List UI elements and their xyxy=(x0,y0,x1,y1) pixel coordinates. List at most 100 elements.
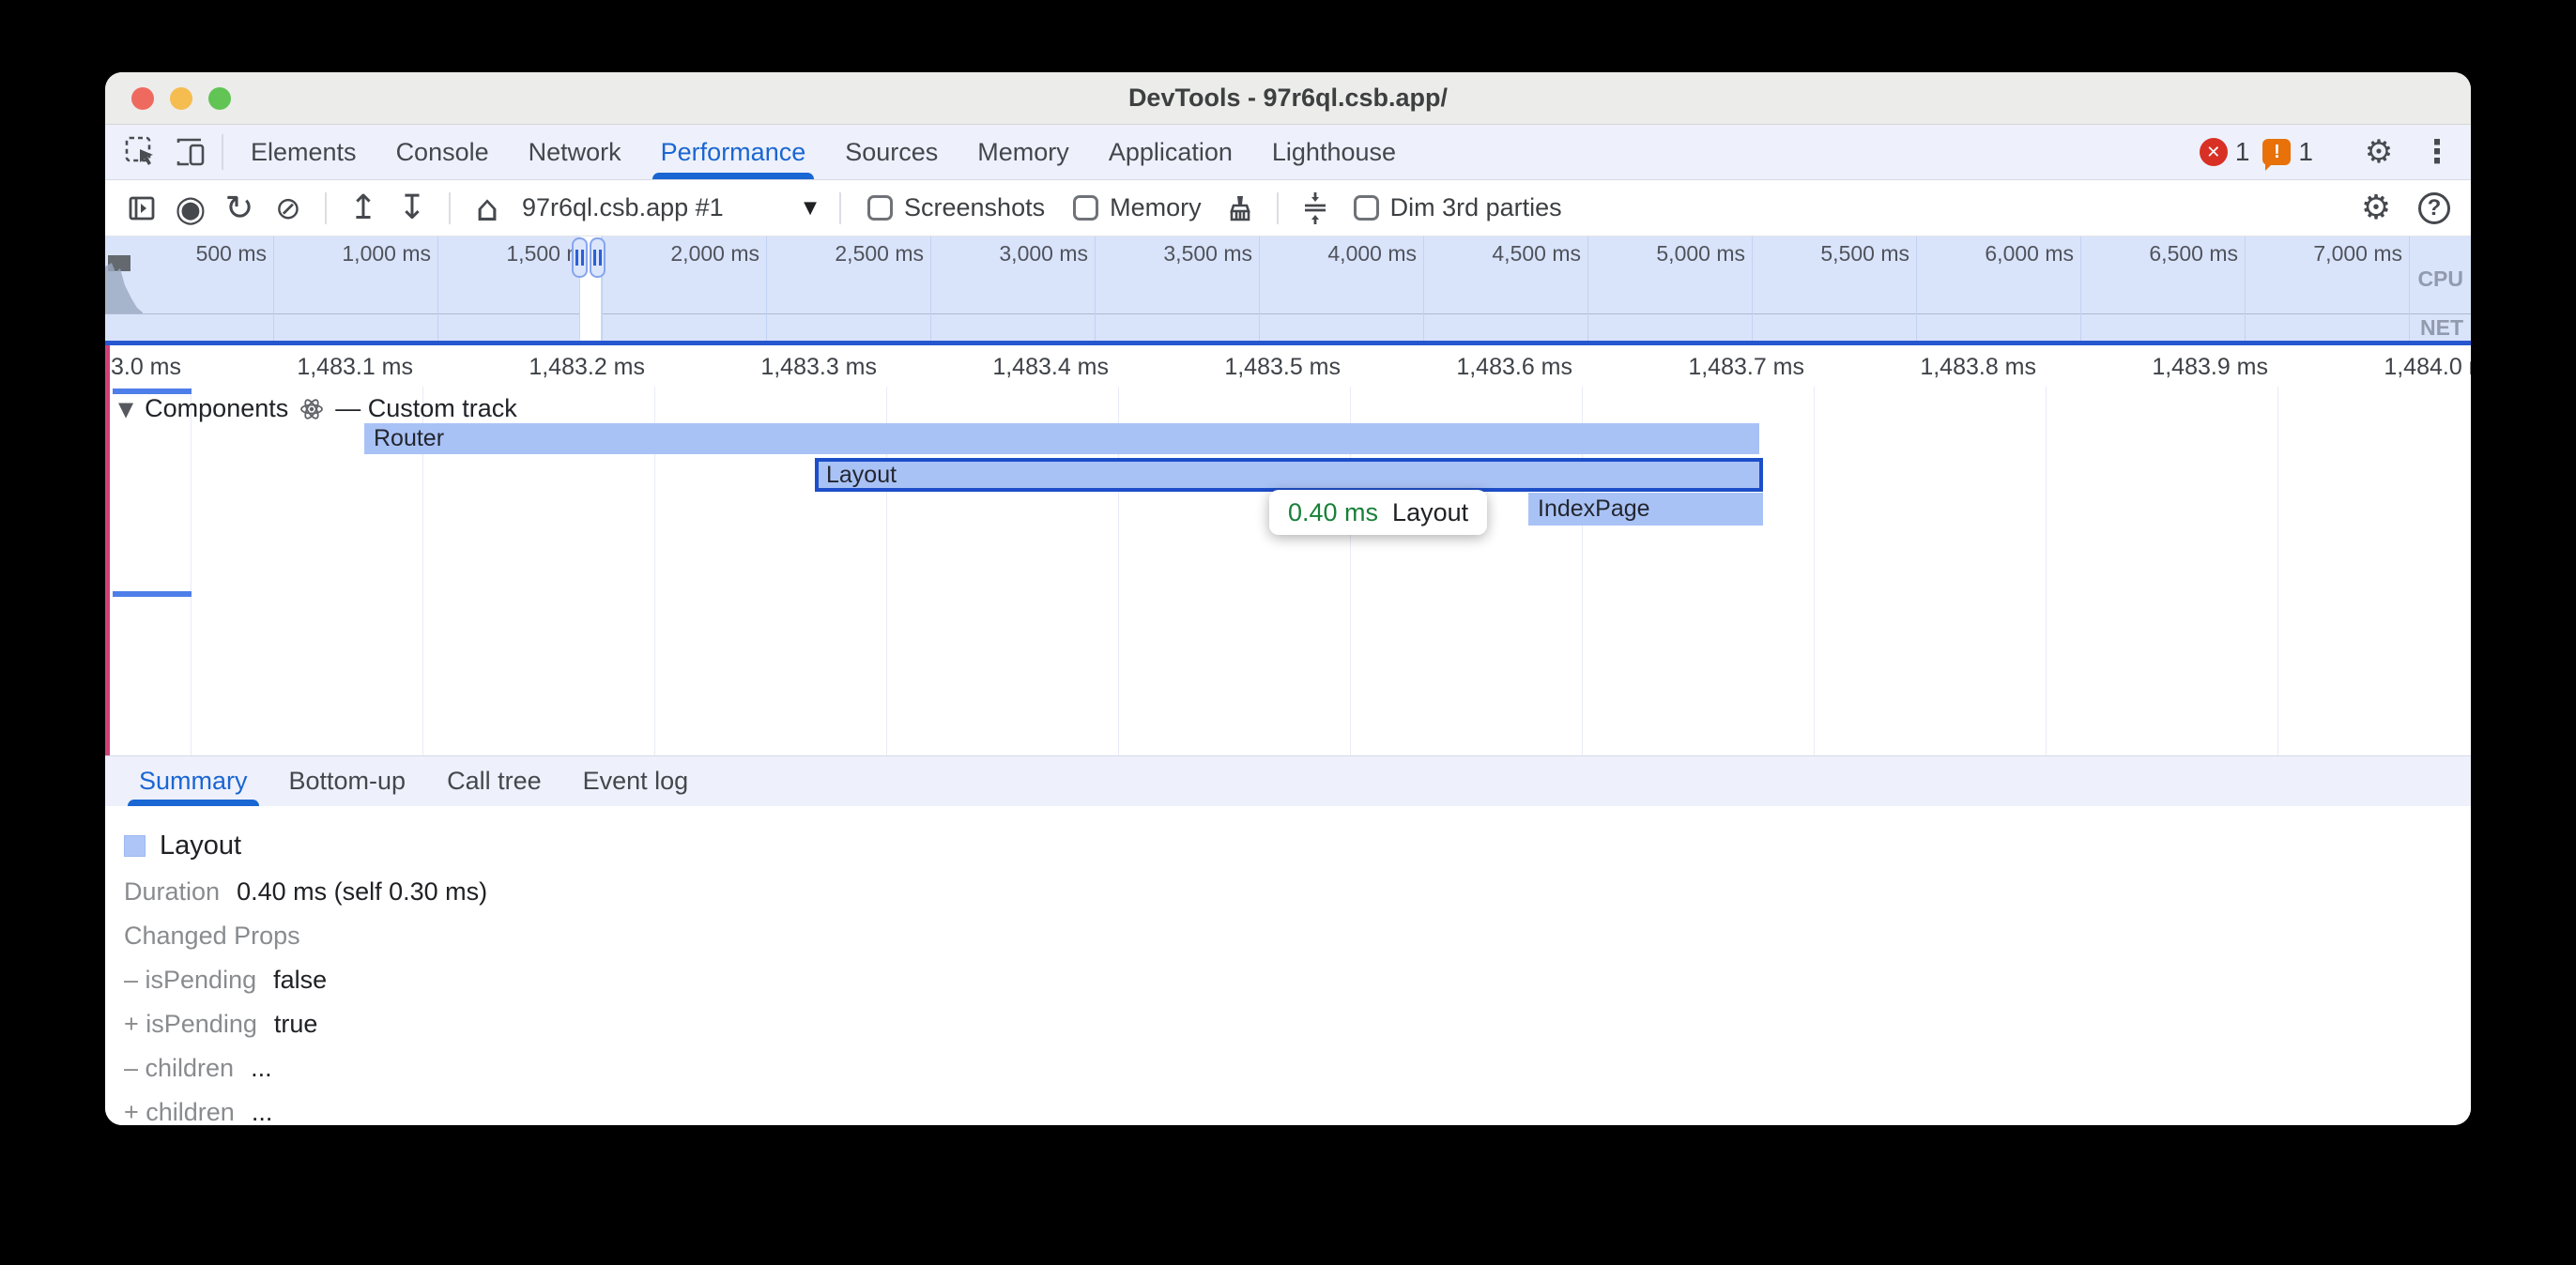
summary-row-label: – isPending xyxy=(124,966,256,994)
flame-area[interactable]: ▼ Components — Custom track 0.40 ms Layo… xyxy=(105,345,2471,755)
toolbar-right: ⚙ ? xyxy=(2354,187,2456,230)
tab-elements[interactable]: Elements xyxy=(231,125,376,179)
help-icon[interactable]: ? xyxy=(2413,187,2456,230)
summary-row: Duration0.40 ms (self 0.30 ms) xyxy=(124,877,2471,906)
summary-row-value: ... xyxy=(251,1054,272,1082)
net-lane-label: NET xyxy=(2420,315,2463,341)
cpu-activity-chart xyxy=(105,261,148,315)
tab-performance[interactable]: Performance xyxy=(641,125,826,179)
summary-row-value: 0.40 ms (self 0.30 ms) xyxy=(237,877,487,906)
flame-event-indexpage[interactable]: IndexPage xyxy=(1528,493,1763,526)
clear-recording-button[interactable]: ⊘ xyxy=(267,187,310,230)
tab-strip: ElementsConsoleNetworkPerformanceSources… xyxy=(231,125,1416,179)
error-icon: ✕ xyxy=(2200,138,2228,166)
summary-row-label: + children xyxy=(124,1098,235,1125)
flame-event-layout[interactable]: Layout xyxy=(815,458,1763,492)
flame-gridline xyxy=(2046,387,2047,755)
home-live-metrics-icon[interactable]: ⌂ xyxy=(466,187,509,230)
network-lane-divider xyxy=(105,313,2471,314)
tabbar-divider xyxy=(222,134,223,170)
details-tab-event-log[interactable]: Event log xyxy=(562,756,710,806)
toolbar-divider xyxy=(1277,192,1279,224)
tab-network[interactable]: Network xyxy=(509,125,641,179)
scroll-indicator xyxy=(113,389,192,394)
flame-gridline xyxy=(2277,387,2278,755)
collapse-tracks-icon[interactable] xyxy=(1294,187,1337,230)
overview-gridline xyxy=(273,236,274,341)
issue-icon: ! xyxy=(2262,139,2291,165)
checkbox-icon xyxy=(1354,195,1379,221)
devtools-window: DevTools - 97r6ql.csb.app/ ElementsConso… xyxy=(105,72,2471,1125)
components-track-header[interactable]: ▼ Components — Custom track xyxy=(118,394,517,423)
toggle-sidebar-icon[interactable] xyxy=(120,187,163,230)
details-tab-call-tree[interactable]: Call tree xyxy=(426,756,562,806)
details-tab-bottom-up[interactable]: Bottom-up xyxy=(268,756,427,806)
overview-gridline xyxy=(766,236,767,341)
overview-gridline xyxy=(437,236,438,341)
issues-badge[interactable]: ! 1 xyxy=(2262,137,2313,167)
ruler-tick-label: 1,484.0 ms xyxy=(2384,354,2471,381)
history-dropdown[interactable]: 97r6ql.csb.app #1 ▼ xyxy=(514,193,824,222)
overview-gridline xyxy=(1752,236,1753,341)
record-button[interactable]: ◉ xyxy=(169,187,212,230)
tab-application[interactable]: Application xyxy=(1089,125,1252,179)
minimize-window-button[interactable] xyxy=(170,87,192,110)
collect-garbage-icon[interactable] xyxy=(1219,187,1262,230)
summary-row: + children... xyxy=(124,1098,2471,1125)
upload-profile-button[interactable]: ↥ xyxy=(342,187,385,230)
tab-sources[interactable]: Sources xyxy=(825,125,958,179)
zoom-window-button[interactable] xyxy=(208,87,231,110)
settings-gear-icon[interactable]: ⚙ xyxy=(2356,130,2401,175)
summary-row-label: – children xyxy=(124,1054,234,1082)
details-tab-summary[interactable]: Summary xyxy=(118,756,268,806)
track-title: Components xyxy=(145,394,288,423)
tab-lighthouse[interactable]: Lighthouse xyxy=(1252,125,1416,179)
overview-tick-label: 4,500 ms xyxy=(1492,241,1581,267)
tooltip-duration: 0.40 ms xyxy=(1288,498,1378,527)
tooltip-label: Layout xyxy=(1392,498,1468,527)
summary-pane: Layout Duration0.40 ms (self 0.30 ms)Cha… xyxy=(105,806,2471,1125)
toolbar-divider xyxy=(449,192,451,224)
collapse-triangle-icon[interactable]: ▼ xyxy=(118,398,133,420)
traffic-lights xyxy=(131,72,231,124)
dim-3rd-parties-checkbox[interactable]: Dim 3rd parties xyxy=(1354,193,1562,222)
capture-settings-gear-icon[interactable]: ⚙ xyxy=(2354,187,2398,230)
ruler-tick-label: 1,483.2 ms xyxy=(529,354,654,381)
overview-gridline xyxy=(1259,236,1260,341)
screenshots-checkbox[interactable]: Screenshots xyxy=(867,193,1045,222)
ruler-tick-label: 1,483.4 ms xyxy=(992,354,1118,381)
reload-and-record-button[interactable]: ↻ xyxy=(218,187,261,230)
ruler-tick-label: 1,483.0 ms xyxy=(105,354,191,381)
window-right-handle[interactable] xyxy=(590,237,606,278)
flame-event-router[interactable]: Router xyxy=(364,423,1759,454)
ruler-tick-label: 1,483.3 ms xyxy=(760,354,886,381)
close-window-button[interactable] xyxy=(131,87,154,110)
download-profile-button[interactable]: ↧ xyxy=(391,187,434,230)
scroll-indicator xyxy=(113,591,192,597)
inspect-element-icon[interactable] xyxy=(116,125,165,179)
timeline-overview[interactable]: CPU NET 500 ms1,000 ms1,500 ms2,000 ms2,… xyxy=(105,236,2471,341)
overview-gridline xyxy=(1423,236,1424,341)
memory-checkbox[interactable]: Memory xyxy=(1073,193,1202,222)
summary-title: Layout xyxy=(160,831,241,861)
window-left-handle[interactable] xyxy=(572,237,588,278)
ruler-tick-label: 1,483.7 ms xyxy=(1688,354,1814,381)
overview-gridline xyxy=(1587,236,1588,341)
summary-rows: Duration0.40 ms (self 0.30 ms)Changed Pr… xyxy=(124,877,2471,1125)
overview-tick-label: 5,500 ms xyxy=(1820,241,1909,267)
overview-gridline xyxy=(2409,236,2410,341)
event-tooltip: 0.40 ms Layout xyxy=(1269,490,1487,535)
overview-tick-label: 3,500 ms xyxy=(1163,241,1252,267)
checkbox-icon xyxy=(867,195,893,221)
overview-gridline xyxy=(2245,236,2246,341)
console-errors-badge[interactable]: ✕ 1 xyxy=(2200,137,2250,167)
overview-gridline xyxy=(1095,236,1096,341)
overview-tick-label: 2,000 ms xyxy=(670,241,759,267)
kebab-menu-icon[interactable]: ⋮ xyxy=(2415,130,2460,175)
device-toolbar-icon[interactable] xyxy=(165,125,214,179)
error-count: 1 xyxy=(2235,137,2250,167)
tab-console[interactable]: Console xyxy=(376,125,509,179)
tab-memory[interactable]: Memory xyxy=(958,125,1089,179)
ruler-tick-label: 1,483.8 ms xyxy=(1920,354,2046,381)
ruler-tick-label: 1,483.5 ms xyxy=(1224,354,1350,381)
